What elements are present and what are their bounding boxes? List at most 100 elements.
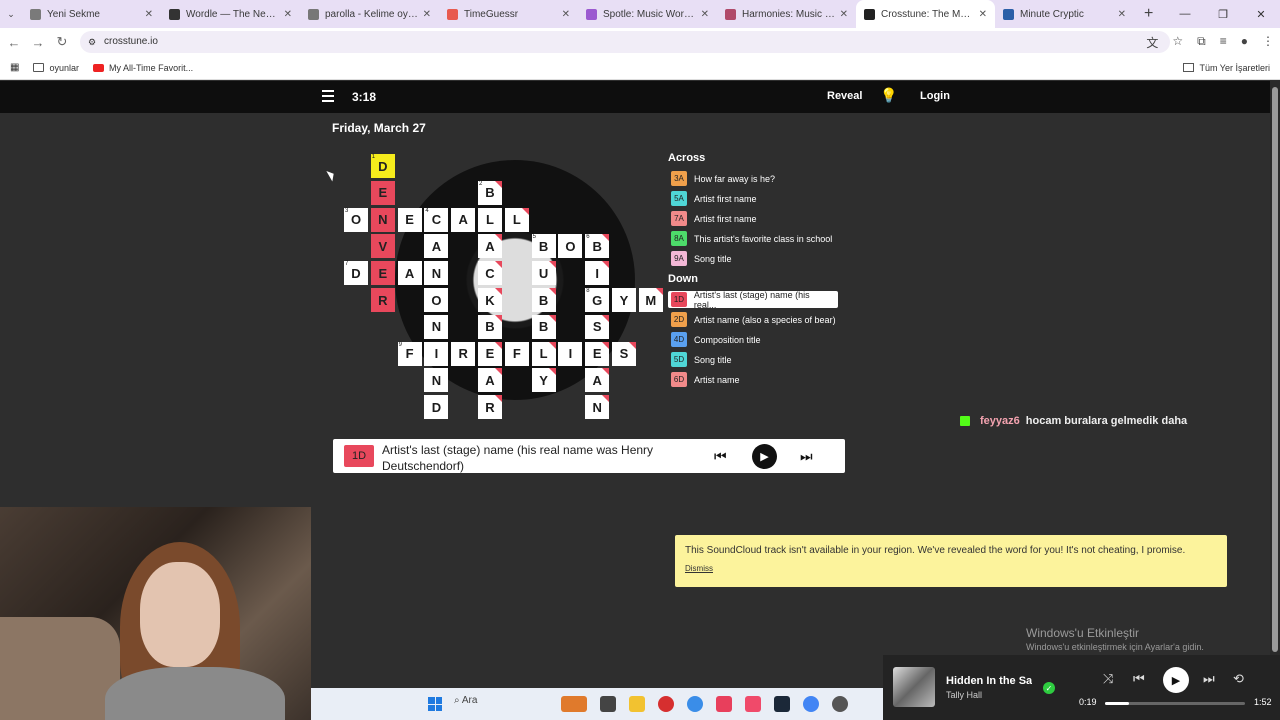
browser-tab[interactable]: parolla - Kelime oyunu. Günlük ✕: [300, 0, 439, 28]
grid-cell[interactable]: E: [478, 341, 502, 366]
file-explorer-icon[interactable]: [629, 696, 645, 712]
close-tab-icon[interactable]: ✕: [145, 9, 153, 20]
close-tab-icon[interactable]: ✕: [1118, 9, 1126, 20]
reveal-button[interactable]: Reveal: [827, 90, 862, 102]
grid-cell[interactable]: 7D: [344, 261, 368, 286]
grid-cell[interactable]: 2B: [478, 180, 502, 205]
grid-cell[interactable]: E: [585, 341, 610, 366]
bookmark-oyunlar[interactable]: oyunlar: [33, 63, 79, 73]
grid-cell[interactable]: N: [370, 207, 395, 232]
grid-cell[interactable]: B: [478, 314, 502, 339]
grid-cell[interactable]: E: [397, 207, 422, 232]
opera-icon[interactable]: [658, 696, 674, 712]
bookmark-favorites[interactable]: My All-Time Favorit...: [92, 63, 193, 73]
grid-cell[interactable]: A: [478, 234, 502, 259]
grid-cell[interactable]: O: [558, 234, 583, 259]
grid-cell[interactable]: N: [424, 368, 449, 393]
grid-cell[interactable]: R: [478, 395, 502, 420]
grid-cell[interactable]: R: [451, 341, 476, 366]
close-tab-icon[interactable]: ✕: [840, 9, 848, 20]
grid-cell[interactable]: B: [531, 288, 556, 312]
clue-item[interactable]: 6D Artist name: [668, 371, 848, 388]
grid-cell[interactable]: E: [370, 261, 395, 286]
grid-cell[interactable]: S: [585, 314, 610, 339]
previous-clue-icon[interactable]: ⏮: [714, 448, 727, 465]
grid-cell[interactable]: D: [424, 395, 449, 420]
grid-cell[interactable]: F: [504, 341, 529, 366]
browser-tab[interactable]: Wordle — The New York Times ✕: [161, 0, 300, 28]
previous-track-icon[interactable]: ⏮: [1133, 671, 1145, 687]
hint-bulb-icon[interactable]: 💡: [880, 87, 897, 104]
browser-menu-icon[interactable]: ⋮: [1262, 34, 1274, 51]
grid-cell[interactable]: K: [478, 288, 502, 312]
grid-cell[interactable]: N: [424, 261, 449, 286]
clue-item[interactable]: 5A Artist first name: [668, 190, 848, 207]
shuffle-icon[interactable]: ⤨: [1103, 671, 1113, 687]
chrome-icon[interactable]: [687, 696, 703, 712]
grid-cell[interactable]: V: [370, 234, 395, 259]
clue-item[interactable]: 2D Artist name (also a species of bear): [668, 311, 848, 328]
game-app-icon[interactable]: [832, 696, 848, 712]
grid-cell[interactable]: R: [370, 288, 395, 312]
grid-cell[interactable]: E: [370, 180, 395, 205]
grid-cell[interactable]: I: [558, 341, 583, 366]
close-tab-icon[interactable]: ✕: [284, 9, 292, 20]
clue-item[interactable]: 3A How far away is he?: [668, 170, 848, 187]
grid-cell[interactable]: M: [638, 288, 663, 312]
grid-cell[interactable]: A: [424, 234, 449, 259]
minimize-icon[interactable]: —: [1166, 8, 1204, 20]
site-info-icon[interactable]: ⚙: [88, 31, 96, 53]
browser-tab[interactable]: Crosstune: The Music Crossword ✕: [856, 0, 995, 28]
close-tab-icon[interactable]: ✕: [701, 9, 709, 20]
forward-icon[interactable]: →: [26, 35, 50, 50]
pumpkin-app-icon[interactable]: [561, 696, 587, 712]
page-scrollbar[interactable]: [1270, 81, 1280, 656]
next-clue-icon[interactable]: ⏭: [800, 448, 813, 465]
bolt-app-icon[interactable]: [716, 696, 732, 712]
browser-tab[interactable]: Yeni Sekme ✕: [22, 0, 161, 28]
address-bar[interactable]: ⚙ crosstune.io: [80, 31, 1170, 53]
reload-icon[interactable]: ↻: [50, 34, 74, 50]
grid-cell[interactable]: O: [424, 288, 449, 312]
dismiss-link[interactable]: Dismiss: [685, 564, 713, 573]
grid-cell[interactable]: N: [424, 314, 449, 339]
restore-icon[interactable]: ❐: [1204, 8, 1242, 21]
grid-cell[interactable]: L: [478, 207, 502, 232]
progress-bar[interactable]: [1105, 702, 1245, 705]
clue-item[interactable]: 4D Composition title: [668, 331, 848, 348]
chrome-active-icon[interactable]: [803, 696, 819, 712]
browser-tab[interactable]: Harmonies: Music Connections ✕: [717, 0, 856, 28]
login-button[interactable]: Login: [920, 90, 950, 102]
grid-cell[interactable]: S: [612, 341, 636, 366]
grid-cell[interactable]: 5B: [531, 234, 556, 259]
grid-cell[interactable]: Y: [612, 288, 636, 312]
close-tab-icon[interactable]: ✕: [979, 9, 987, 20]
grid-cell[interactable]: L: [531, 341, 556, 366]
clue-item[interactable]: 8A This artist's favorite class in school: [668, 230, 848, 247]
play-button[interactable]: ▶: [1163, 667, 1189, 693]
repeat-icon[interactable]: ⟲: [1233, 671, 1244, 687]
browser-tab[interactable]: Spotle: Music Wordle Game ✕: [578, 0, 717, 28]
grid-cell[interactable]: N: [585, 395, 610, 420]
grid-cell[interactable]: 3O: [344, 207, 368, 232]
grid-cell[interactable]: A: [478, 368, 502, 393]
grid-cell[interactable]: I: [424, 341, 449, 366]
media-control-icon[interactable]: ≡: [1220, 34, 1227, 51]
grid-cell[interactable]: I: [585, 261, 610, 286]
grid-cell[interactable]: 4C: [424, 207, 449, 232]
profile-avatar[interactable]: ●: [1241, 34, 1248, 51]
play-clue-button[interactable]: ▶: [752, 444, 777, 469]
bookmark-star-icon[interactable]: ☆: [1172, 34, 1183, 51]
browser-tab[interactable]: Minute Cryptic ✕: [995, 0, 1134, 28]
grid-cell[interactable]: B: [531, 314, 556, 339]
close-tab-icon[interactable]: ✕: [423, 9, 431, 20]
close-tab-icon[interactable]: ✕: [562, 9, 570, 20]
clue-item[interactable]: 5D Song title: [668, 351, 848, 368]
extensions-icon[interactable]: ⧉: [1197, 34, 1206, 51]
grid-cell[interactable]: U: [531, 261, 556, 286]
grid-cell[interactable]: A: [451, 207, 476, 232]
grid-cell[interactable]: 8G: [585, 288, 610, 312]
taskbar-search[interactable]: ⌕ Ara: [454, 695, 477, 706]
close-window-icon[interactable]: ✕: [1242, 8, 1280, 21]
start-icon[interactable]: [428, 697, 442, 711]
